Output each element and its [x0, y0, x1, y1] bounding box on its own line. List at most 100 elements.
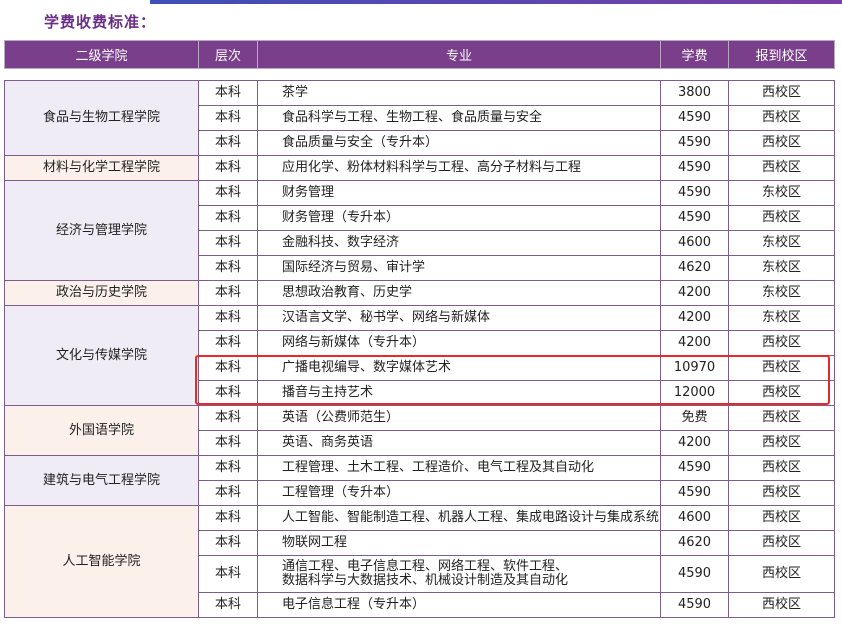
fee-cell: 4200: [660, 305, 729, 331]
table-row: 文化与传媒学院 本科 汉语言文学、秘书学、网络与新媒体 4200 东校区: [4, 305, 835, 406]
college-cell: 文化与传媒学院: [4, 305, 199, 406]
major-line: 通信工程、电子信息工程、网络工程、软件工程、: [282, 559, 569, 574]
header-level: 层次: [198, 40, 258, 69]
campus-cell: 西校区: [728, 530, 835, 556]
campus-cell: 西校区: [728, 505, 835, 531]
page-title: 学费收费标准：: [44, 13, 157, 31]
fee-cell: 4590: [660, 480, 729, 506]
campus-cell: 东校区: [728, 255, 835, 281]
fee-cell: 4590: [660, 130, 729, 156]
table-row: 政治与历史学院 本科 思想政治教育、历史学 4200 东校区: [4, 280, 835, 306]
level-cell: 本科: [198, 480, 258, 506]
major-cell: 财务管理: [257, 180, 661, 206]
campus-cell: 东校区: [728, 180, 835, 206]
fee-cell: 4590: [660, 592, 729, 618]
level-cell: 本科: [198, 405, 258, 431]
level-cell: 本科: [198, 80, 258, 106]
major-cell: 茶学: [257, 80, 661, 106]
table-row: 食品与生物工程学院 本科 茶学 3800 西校区: [4, 80, 835, 156]
tuition-table: 二级学院 层次 专业 学费 报到校区 食品与生物工程学院 本科 茶学 3800 …: [4, 40, 835, 618]
major-cell: 工程管理（专升本）: [257, 480, 661, 506]
level-cell: 本科: [198, 205, 258, 231]
major-cell: 汉语言文学、秘书学、网络与新媒体: [257, 305, 661, 331]
level-cell: 本科: [198, 505, 258, 531]
level-cell: 本科: [198, 180, 258, 206]
table-row: 材料与化学工程学院 本科 应用化学、粉体材料科学与工程、高分子材料与工程 459…: [4, 155, 835, 181]
campus-cell: 东校区: [728, 230, 835, 256]
college-cell: 政治与历史学院: [4, 280, 199, 306]
level-cell: 本科: [198, 305, 258, 331]
campus-cell: 东校区: [728, 280, 835, 306]
level-cell: 本科: [198, 430, 258, 456]
major-cell: 广播电视编导、数字媒体艺术: [257, 355, 661, 381]
level-cell: 本科: [198, 105, 258, 131]
major-cell: 网络与新媒体（专升本）: [257, 330, 661, 356]
table-row: 建筑与电气工程学院 本科 工程管理、土木工程、工程造价、电气工程及其自动化 45…: [4, 455, 835, 506]
header-campus: 报到校区: [728, 40, 835, 69]
major-cell: 播音与主持艺术: [257, 380, 661, 406]
major-cell: 国际经济与贸易、审计学: [257, 255, 661, 281]
fee-cell: 4600: [660, 505, 729, 531]
level-cell: 本科: [198, 592, 258, 618]
fee-cell: 4590: [660, 180, 729, 206]
level-cell: 本科: [198, 355, 258, 381]
major-cell: 通信工程、电子信息工程、网络工程、软件工程、 数据科学与大数据技术、机械设计制造…: [257, 555, 661, 593]
campus-cell: 西校区: [728, 380, 835, 406]
college-cell: 外国语学院: [4, 405, 199, 456]
fee-cell: 4620: [660, 530, 729, 556]
level-cell: 本科: [198, 530, 258, 556]
fee-cell: 4590: [660, 155, 729, 181]
table-header-row: 二级学院 层次 专业 学费 报到校区: [4, 40, 835, 69]
header-major: 专业: [257, 40, 661, 69]
campus-cell: 东校区: [728, 305, 835, 331]
fee-cell: 10970: [660, 355, 729, 381]
level-cell: 本科: [198, 230, 258, 256]
major-cell: 财务管理（专升本）: [257, 205, 661, 231]
fee-cell: 3800: [660, 80, 729, 106]
level-cell: 本科: [198, 155, 258, 181]
fee-cell: 4590: [660, 105, 729, 131]
major-cell: 电子信息工程（专升本）: [257, 592, 661, 618]
level-cell: 本科: [198, 555, 258, 593]
campus-cell: 西校区: [728, 155, 835, 181]
fee-cell: 免费: [660, 405, 729, 431]
major-line: 数据科学与大数据技术、机械设计制造及其自动化: [282, 573, 569, 588]
major-cell: 工程管理、土木工程、工程造价、电气工程及其自动化: [257, 455, 661, 481]
fee-cell: 4600: [660, 230, 729, 256]
fee-cell: 4590: [660, 205, 729, 231]
campus-cell: 西校区: [728, 205, 835, 231]
major-cell: 英语、商务英语: [257, 430, 661, 456]
college-cell: 经济与管理学院: [4, 180, 199, 281]
major-cell: 物联网工程: [257, 530, 661, 556]
campus-cell: 西校区: [728, 130, 835, 156]
fee-cell: 4590: [660, 455, 729, 481]
level-cell: 本科: [198, 455, 258, 481]
header-college: 二级学院: [4, 40, 199, 69]
campus-cell: 西校区: [728, 105, 835, 131]
fee-cell: 12000: [660, 380, 729, 406]
campus-cell: 西校区: [728, 330, 835, 356]
fee-cell: 4200: [660, 430, 729, 456]
fee-cell: 4200: [660, 280, 729, 306]
major-cell: 食品科学与工程、生物工程、食品质量与安全: [257, 105, 661, 131]
major-cell: 应用化学、粉体材料科学与工程、高分子材料与工程: [257, 155, 661, 181]
campus-cell: 西校区: [728, 80, 835, 106]
major-cell: 金融科技、数字经济: [257, 230, 661, 256]
table-row: 外国语学院 本科 英语（公费师范生） 免费 西校区: [4, 405, 835, 456]
level-cell: 本科: [198, 380, 258, 406]
major-cell: 食品质量与安全（专升本）: [257, 130, 661, 156]
spacer-row: [4, 68, 835, 81]
college-cell: 人工智能学院: [4, 505, 199, 618]
college-cell: 食品与生物工程学院: [4, 80, 199, 156]
campus-cell: 西校区: [728, 592, 835, 618]
major-cell: 思想政治教育、历史学: [257, 280, 661, 306]
fee-cell: 4200: [660, 330, 729, 356]
level-cell: 本科: [198, 255, 258, 281]
major-cell: 人工智能、智能制造工程、机器人工程、集成电路设计与集成系统: [257, 505, 661, 531]
campus-cell: 西校区: [728, 430, 835, 456]
campus-cell: 西校区: [728, 480, 835, 506]
campus-cell: 西校区: [728, 405, 835, 431]
college-cell: 建筑与电气工程学院: [4, 455, 199, 506]
top-accent-bar: [150, 0, 842, 4]
campus-cell: 西校区: [728, 555, 835, 593]
